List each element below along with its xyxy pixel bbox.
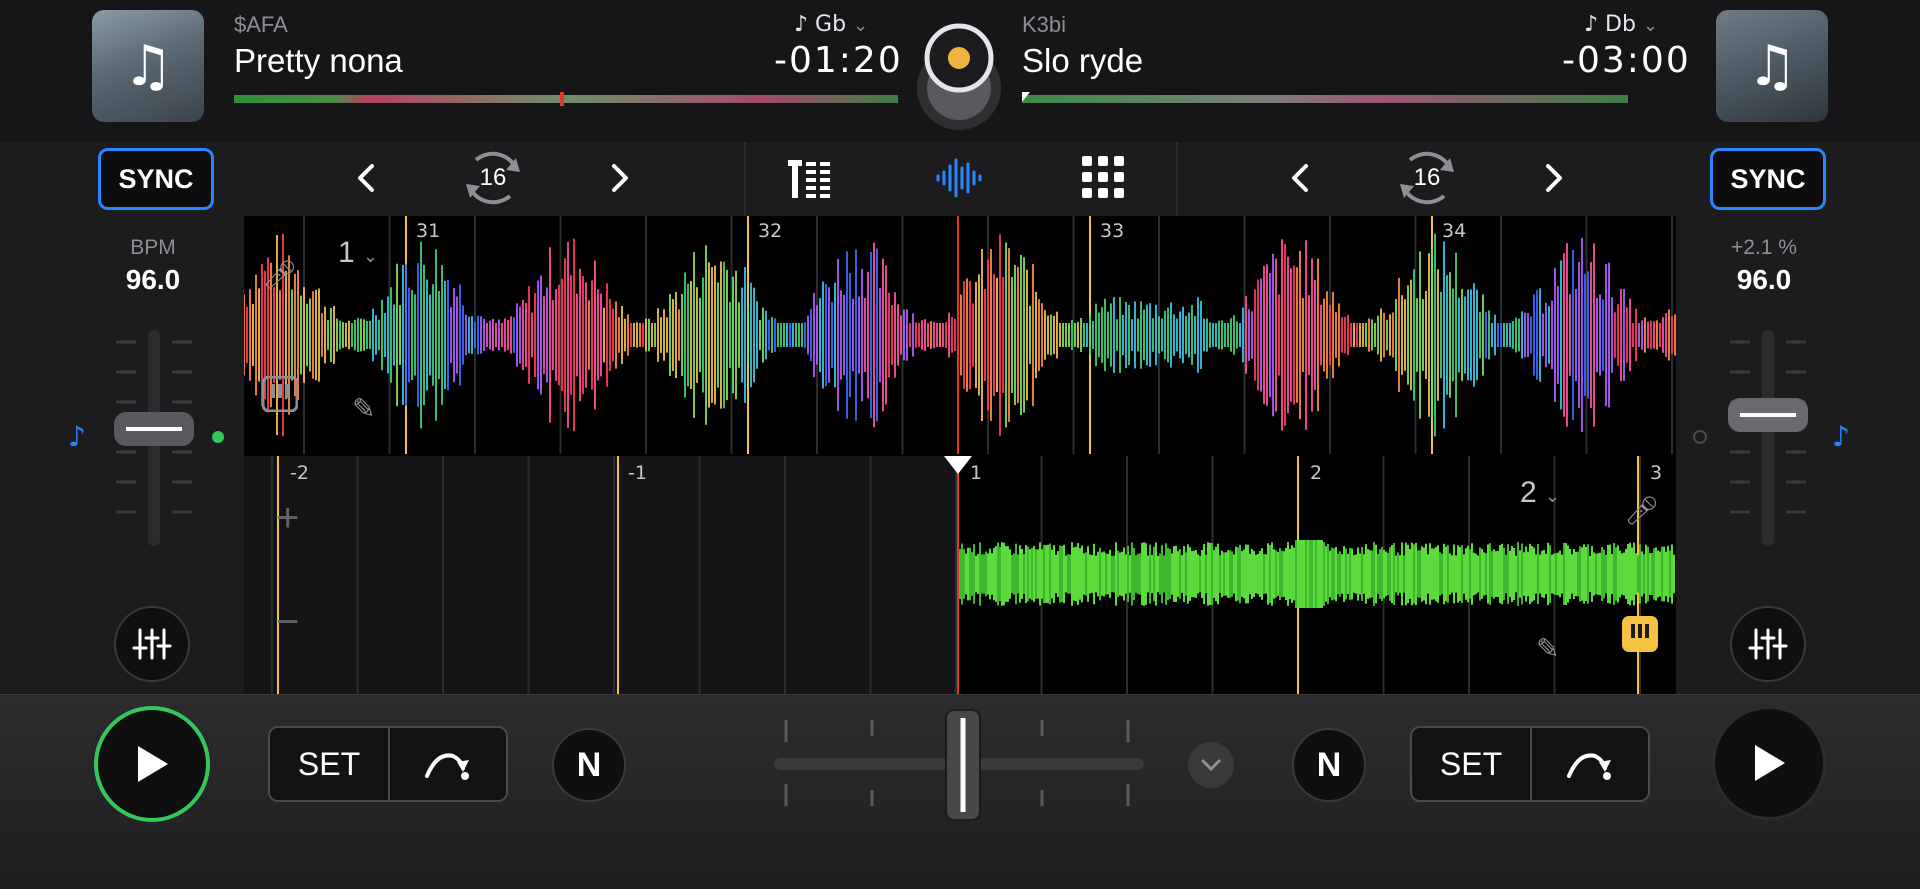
bar-number: 3 [1650,462,1663,484]
deck-b-waveform[interactable]: -2 -1 1 2 3 + − 2 ⌄ 🎤︎ ✎ [244,456,1676,694]
svg-text:♪: ♪ [68,420,86,453]
chevron-down-icon [1201,759,1221,772]
deck-a-n-button[interactable]: N [552,728,626,802]
play-icon [138,746,168,782]
sliders-icon [132,628,172,660]
bar-number: -2 [290,462,309,484]
deck-a-jump-button[interactable] [390,728,506,800]
deck-a-loop-next-button[interactable] [600,158,640,198]
deck-b-remaining-time: -03:00 [1562,40,1691,81]
zoom-out-icon[interactable]: − [276,600,299,645]
svg-text:♪: ♪ [1832,420,1850,453]
waveform-icon [936,158,982,198]
chevron-down-icon: ⌄ [853,15,869,36]
bar-number: 2 [1310,462,1323,484]
deck-a-waveform[interactable]: 31 32 33 34 1 ⌄ 🎤︎ ✎ [244,216,1676,454]
jump-icon [425,753,469,780]
pads-view-button[interactable] [1082,156,1124,198]
microphone-icon[interactable]: 🎤︎ [1624,494,1660,527]
chevron-down-icon: ⌄ [1545,486,1561,506]
bar-number: 1 [970,462,983,484]
deck-b-album-art[interactable]: ♫ [1716,10,1828,122]
deck-a-bpm-value: 96.0 [125,264,181,295]
deck-a-bpm-label: BPM [130,236,176,259]
deck-b-set-button[interactable]: SET [1412,728,1532,800]
deck-a-title: Pretty nona [234,42,403,79]
deck-b-loop-size: 16 [1413,164,1441,191]
music-note-icon: ♫ [1746,33,1798,99]
deck-b-loop-size-button[interactable]: 16 [1390,146,1464,210]
deck-b-title: Slo ryde [1022,42,1144,79]
deck-a-remaining-time: -01:20 [774,40,903,81]
deck-a-cue-set-group: SET [268,726,508,802]
crossfader-options-button[interactable] [1188,742,1234,788]
deck-a-sync-button[interactable]: SYNC [98,148,214,210]
bar-number: 34 [1442,220,1467,242]
music-note-icon: ♪ [1584,12,1599,37]
jog-icon [917,23,1001,130]
pads-grid-icon [1082,156,1124,198]
deck-b-loop-prev-button[interactable] [1280,158,1320,198]
deck-b-loop-next-button[interactable] [1534,158,1574,198]
deck-a-artist: $AFA [234,12,288,37]
deck-a-key: Gb [815,12,847,37]
deck-b-waveform-graphic [244,456,1675,694]
play-icon [1755,745,1785,781]
waveform-view-button[interactable] [934,156,986,200]
jump-icon [1567,753,1611,780]
deck-b-pitch-fader[interactable]: ♪ [1680,320,1860,560]
deck-b-cue-set-group: SET [1410,726,1650,802]
deck-b-cue-selector[interactable]: 2 ⌄ [1520,476,1560,510]
eq-view-button[interactable] [788,156,836,200]
deck-b-n-button[interactable]: N [1292,728,1366,802]
pencil-icon[interactable]: ✎ [352,392,375,425]
deck-a-loop-size-button[interactable]: 16 [456,146,530,210]
deck-b-artist: K3bi [1022,12,1067,37]
deck-b-bpm-value: 96.0 [1736,264,1792,295]
chevron-down-icon: ⌄ [363,246,379,266]
top-track-bar: ♫ $AFA Pretty nona ♪ Gb ⌄ -01:20 K3bi Sl… [0,0,1920,142]
crossfader[interactable] [766,700,1146,830]
microphone-icon[interactable]: 🎤︎ [262,258,298,291]
piano-icon[interactable] [262,376,298,412]
n-logo-icon: N [576,745,602,784]
deck-a-loop-prev-button[interactable] [346,158,386,198]
deck-b-fx-button[interactable] [1730,606,1806,682]
bar-number: 31 [416,220,441,242]
deck-b-key: Db [1605,12,1636,37]
deck-a-play-button[interactable] [94,706,210,822]
deck-b-pitch-label: +2.1 % [1731,236,1797,259]
deck-a-key-selector[interactable]: ♪ Gb ⌄ [794,12,868,37]
sliders-icon [1748,628,1788,660]
center-jog-button[interactable] [904,22,1014,132]
music-note-icon: ♪ [794,12,809,37]
pencil-icon[interactable]: ✎ [1536,632,1559,665]
bar-number: 33 [1100,220,1125,242]
deck-a-pitch-fader[interactable]: ♪ [60,320,240,560]
deck-a-loop-size: 16 [479,164,507,191]
deck-b-play-button[interactable] [1712,706,1826,820]
bar-number: 32 [758,220,783,242]
deck-a-cue-number: 1 [338,236,355,269]
n-logo-icon: N [1316,745,1342,784]
zoom-in-icon[interactable]: + [276,496,299,541]
deck-a-overview-waveform[interactable] [234,92,898,106]
deck-a-album-art[interactable]: ♫ [92,10,204,122]
deck-a-cue-selector[interactable]: 1 ⌄ [338,236,378,270]
deck-b-sync-button[interactable]: SYNC [1710,148,1826,210]
deck-a-fx-button[interactable] [114,606,190,682]
deck-b-cue-number: 2 [1520,476,1537,509]
piano-icon[interactable] [1622,616,1658,652]
bar-number: -1 [628,462,647,484]
eq-icon [788,160,830,198]
music-note-icon: ♫ [122,33,174,99]
chevron-down-icon: ⌄ [1642,15,1659,36]
deck-b-jump-button[interactable] [1532,728,1648,800]
deck-a-waveform-graphic [244,216,1676,454]
deck-b-key-selector[interactable]: ♪ Db ⌄ [1584,12,1658,37]
deck-a-set-button[interactable]: SET [270,728,390,800]
deck-b-overview-waveform[interactable] [1022,92,1628,106]
